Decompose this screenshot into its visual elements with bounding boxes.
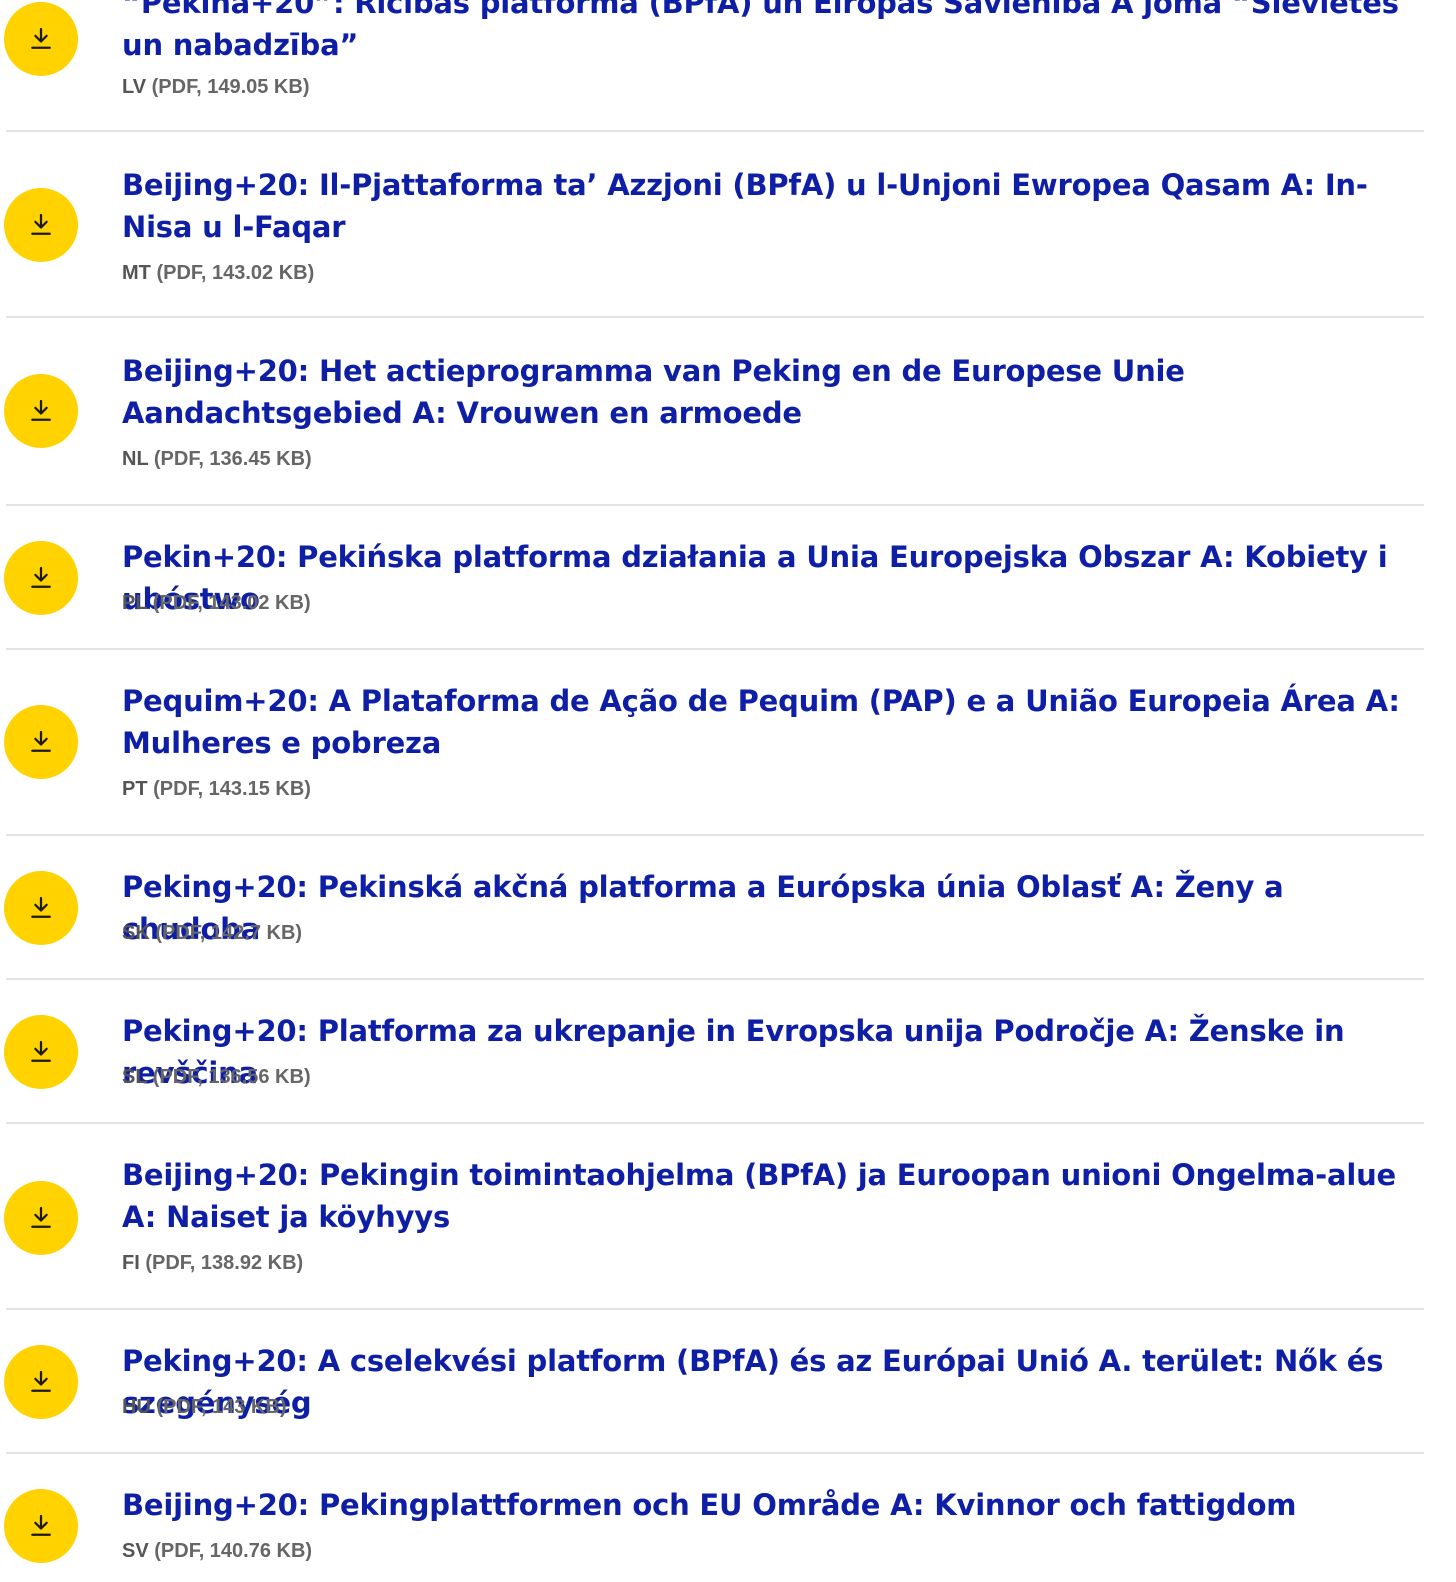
- download-icon: [31, 1370, 51, 1392]
- language-code: PT: [122, 778, 148, 800]
- language-code: FI: [122, 1252, 140, 1274]
- divider: [6, 1308, 1424, 1310]
- language-code: SK: [122, 922, 150, 944]
- file-meta: MT (PDF, 143.02 KB): [122, 260, 314, 286]
- language-code: SL: [122, 1066, 148, 1088]
- file-details: (PDF, 143.02 KB): [156, 262, 315, 284]
- download-button[interactable]: [4, 871, 78, 945]
- download-icon: [31, 1040, 51, 1062]
- file-meta: LV (PDF, 149.05 KB): [122, 74, 309, 100]
- file-meta: SV (PDF, 140.76 KB): [122, 1538, 312, 1564]
- divider: [6, 978, 1424, 980]
- divider: [6, 834, 1424, 836]
- download-icon: [31, 27, 51, 49]
- language-code: MT: [122, 262, 151, 284]
- document-title-link[interactable]: Peking+20: A cselekvési platform (BPfA) …: [122, 1340, 1422, 1424]
- file-meta: SL (PDF, 136.56 KB): [122, 1064, 311, 1090]
- file-details: (PDF, 142.7 KB): [155, 922, 303, 944]
- file-meta: FI (PDF, 138.92 KB): [122, 1250, 303, 1276]
- download-icon: [31, 896, 51, 918]
- document-title-link[interactable]: Beijing+20: Pekingplattformen och EU Omr…: [122, 1484, 1422, 1526]
- file-details: (PDF, 140.76 KB): [154, 1540, 313, 1562]
- document-title-link[interactable]: Peking+20: Platforma za ukrepanje in Evr…: [122, 1010, 1422, 1094]
- download-button[interactable]: [4, 1015, 78, 1089]
- divider: [6, 504, 1424, 506]
- file-meta: SK (PDF, 142.7 KB): [122, 920, 302, 946]
- divider: [6, 316, 1424, 318]
- divider: [6, 130, 1424, 132]
- download-icon: [31, 566, 51, 588]
- download-button[interactable]: [4, 541, 78, 615]
- divider: [6, 648, 1424, 650]
- file-meta: PT (PDF, 143.15 KB): [122, 776, 311, 802]
- divider: [6, 1122, 1424, 1124]
- file-details: (PDF, 136.56 KB): [152, 1066, 311, 1088]
- document-title-link[interactable]: Pequim+20: A Plataforma de Ação de Pequi…: [122, 680, 1422, 764]
- file-details: (PDF, 138.92 KB): [145, 1252, 304, 1274]
- document-title-link[interactable]: Beijing+20: Pekingin toimintaohjelma (BP…: [122, 1154, 1422, 1238]
- download-icon: [31, 730, 51, 752]
- download-button[interactable]: [4, 1345, 78, 1419]
- document-title-link[interactable]: “Pekina+20”: Rīcības platforma (BPfA) un…: [122, 0, 1422, 66]
- download-icon: [31, 1206, 51, 1228]
- download-icon: [31, 399, 51, 421]
- file-details: (PDF, 143 KB): [156, 1396, 287, 1418]
- language-code: SV: [122, 1540, 149, 1562]
- download-button[interactable]: [4, 705, 78, 779]
- divider: [6, 1452, 1424, 1454]
- file-details: (PDF, 143.15 KB): [153, 778, 311, 800]
- file-meta: NL (PDF, 136.45 KB): [122, 446, 312, 472]
- download-button[interactable]: [4, 188, 78, 262]
- download-icon: [31, 1514, 51, 1536]
- language-code: PL: [122, 592, 148, 614]
- language-code: HU: [122, 1396, 151, 1418]
- download-icon: [31, 213, 51, 235]
- download-button[interactable]: [4, 1181, 78, 1255]
- download-button[interactable]: [4, 2, 78, 76]
- file-meta: HU (PDF, 143 KB): [122, 1394, 286, 1420]
- document-title-link[interactable]: Beijing+20: Il-Pjattaforma ta’ Azzjoni (…: [122, 164, 1422, 248]
- download-button[interactable]: [4, 1489, 78, 1563]
- document-title-link[interactable]: Peking+20: Pekinská akčná platforma a Eu…: [122, 866, 1422, 950]
- file-details: (PDF, 143.02 KB): [152, 592, 311, 614]
- document-title-link[interactable]: Pekin+20: Pekińska platforma działania a…: [122, 536, 1422, 620]
- file-details: (PDF, 136.45 KB): [153, 448, 312, 470]
- language-code: LV: [122, 76, 147, 98]
- document-title-link[interactable]: Beijing+20: Het actieprogramma van Pekin…: [122, 350, 1422, 434]
- file-details: (PDF, 149.05 KB): [151, 76, 310, 98]
- file-meta: PL (PDF, 143.02 KB): [122, 590, 311, 616]
- language-code: NL: [122, 448, 149, 470]
- download-button[interactable]: [4, 374, 78, 448]
